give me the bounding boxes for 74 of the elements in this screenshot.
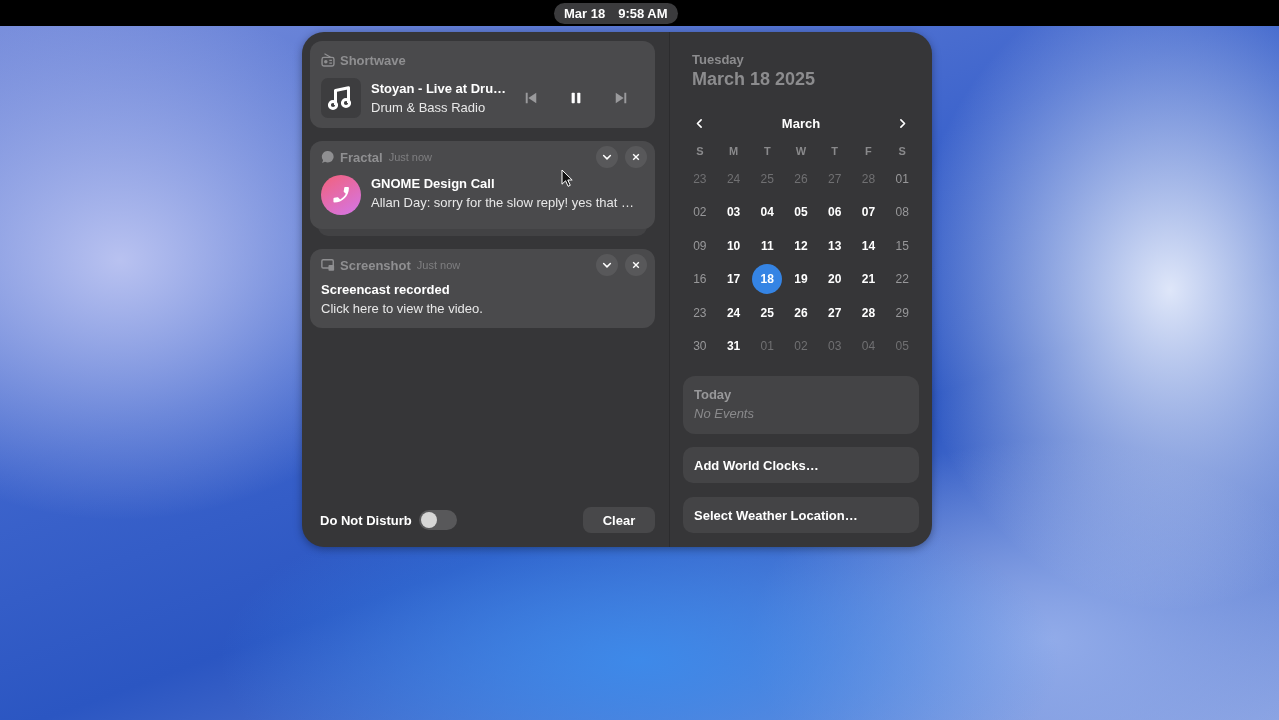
clock-button[interactable]: Mar 18 9:58 AM: [554, 2, 678, 24]
no-events-text: No Events: [694, 405, 754, 423]
close-button[interactable]: [625, 146, 647, 168]
events-title: Today: [694, 386, 732, 404]
calendar-day[interactable]: 16: [684, 264, 715, 295]
weather-location-button[interactable]: Select Weather Location…: [683, 497, 919, 533]
notification-body: Click here to view the video.: [321, 300, 483, 318]
monitor-icon: [321, 258, 335, 272]
calendar-day[interactable]: 24: [718, 297, 749, 328]
calendar-day[interactable]: 30: [684, 331, 715, 362]
calendar-day[interactable]: 22: [887, 264, 918, 295]
calendar-day[interactable]: 08: [887, 197, 918, 228]
skip-forward-icon: [614, 91, 628, 105]
world-clocks-button[interactable]: Add World Clocks…: [683, 447, 919, 483]
close-icon: [631, 152, 641, 162]
calendar-day[interactable]: 09: [684, 230, 715, 261]
calendar-day[interactable]: 07: [853, 197, 884, 228]
calendar-day[interactable]: 20: [819, 264, 850, 295]
calendar-day[interactable]: 15: [887, 230, 918, 261]
weekday-label: W: [795, 145, 807, 157]
calendar-day[interactable]: 14: [853, 230, 884, 261]
app-name: Shortwave: [340, 52, 406, 68]
calendar-day[interactable]: 05: [786, 197, 816, 228]
calendar-day[interactable]: 10: [718, 230, 749, 261]
music-note-icon: [321, 78, 361, 118]
weekday-label: T: [831, 145, 839, 157]
clear-button[interactable]: Clear: [583, 507, 655, 533]
date-heading: March 18 2025: [692, 68, 816, 90]
chat-bubble-icon: [321, 150, 335, 164]
calendar-day[interactable]: 13: [819, 230, 850, 261]
weekday-label: S: [696, 145, 704, 157]
phone-icon: [321, 175, 361, 215]
app-name: Fractal: [340, 149, 383, 165]
calendar-day[interactable]: 02: [684, 197, 715, 228]
radio-icon: [321, 53, 335, 67]
calendar-day[interactable]: 26: [786, 297, 816, 328]
calendar-day[interactable]: 29: [887, 297, 918, 328]
do-not-disturb-label: Do Not Disturb: [320, 512, 412, 528]
station-name: Drum & Bass Radio: [371, 98, 486, 117]
calendar-day[interactable]: 06: [819, 197, 850, 228]
calendar-day[interactable]: 23: [684, 297, 715, 328]
notification-title: GNOME Design Call: [371, 174, 495, 193]
expand-button[interactable]: [596, 146, 618, 168]
calendar-day[interactable]: 18: [752, 264, 783, 295]
toggle-switch[interactable]: [418, 510, 457, 530]
app-name: Screenshot: [340, 257, 411, 273]
notification-body: Allan Day: sorry for the slow reply! yes that …: [371, 193, 634, 212]
calendar-day[interactable]: 01: [887, 163, 918, 194]
calendar-day[interactable]: 03: [718, 197, 749, 228]
pause-icon: [569, 91, 583, 105]
close-icon: [631, 260, 641, 270]
close-button[interactable]: [625, 254, 647, 276]
month-label: March: [781, 115, 821, 131]
weekday-label: M: [728, 145, 739, 157]
media-player-card[interactable]: Shortwave Stoyan - Live at Dru… Drum & Bass Radio: [310, 41, 655, 128]
expand-button[interactable]: [596, 254, 618, 276]
calendar-day[interactable]: 12: [786, 230, 816, 261]
mouse-pointer-icon: [561, 169, 573, 187]
calendar-day[interactable]: 25: [752, 297, 783, 328]
calendar-day[interactable]: 17: [718, 264, 749, 295]
skip-back-icon: [524, 91, 538, 105]
calendar-day[interactable]: 27: [819, 297, 850, 328]
weekday-label: F: [865, 145, 872, 157]
calendar-day[interactable]: 19: [786, 264, 816, 295]
weekday-label: S: [898, 145, 906, 157]
calendar-day[interactable]: 31: [718, 331, 749, 362]
notification-title: Screencast recorded: [321, 281, 450, 299]
calendar-day[interactable]: 21: [853, 264, 884, 295]
weekday-label: T: [763, 145, 771, 157]
calendar-day[interactable]: 28: [853, 297, 884, 328]
calendar-day[interactable]: 04: [752, 197, 783, 228]
track-title: Stoyan - Live at Dru…: [371, 79, 507, 98]
weekday-text: Tuesday: [692, 52, 744, 68]
calendar-day[interactable]: 11: [752, 230, 783, 261]
